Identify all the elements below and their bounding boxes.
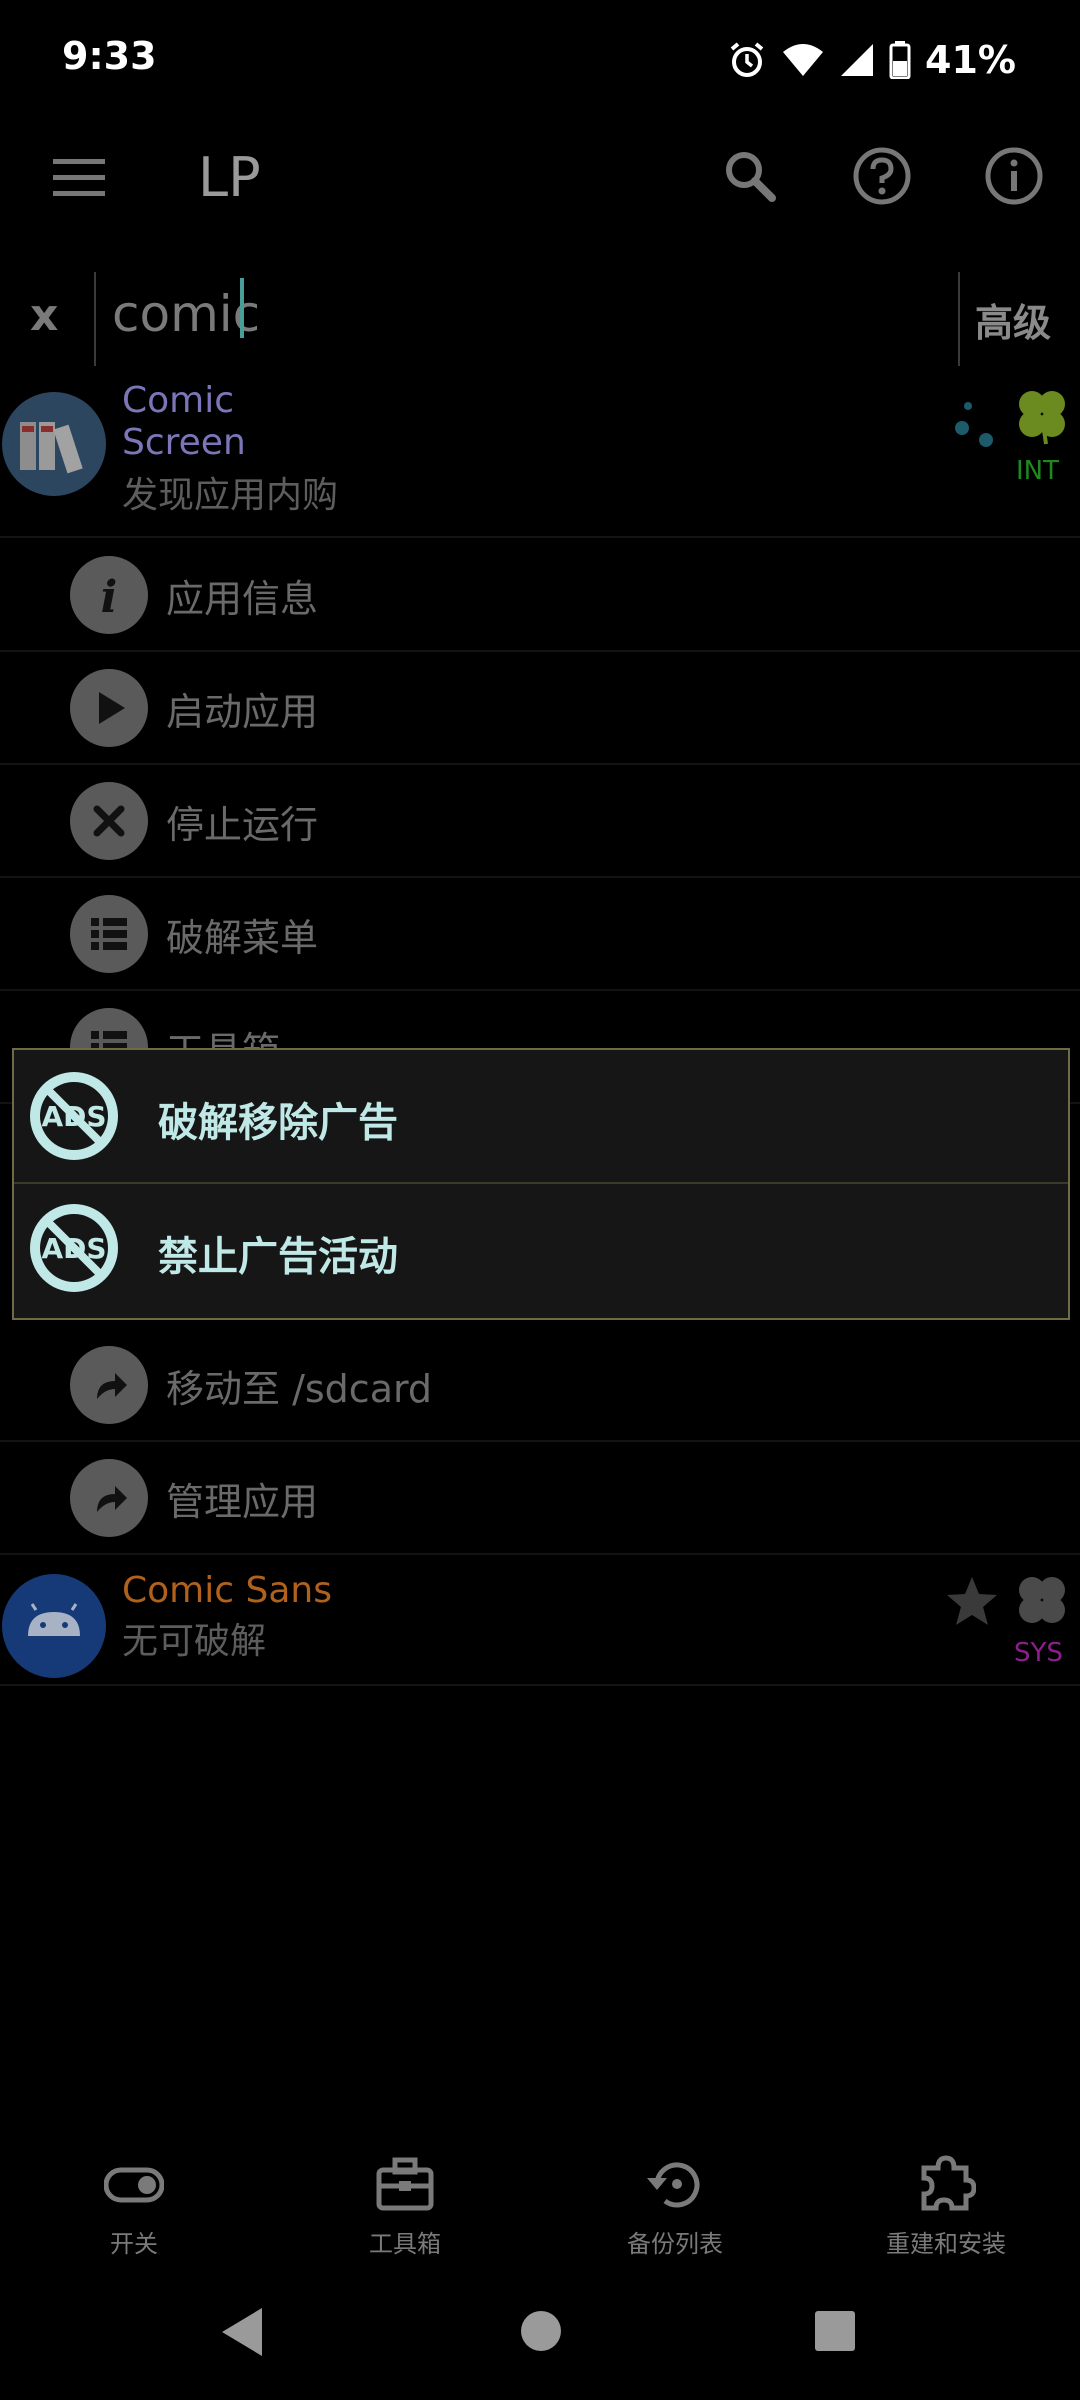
status-icons: 41%: [727, 30, 1016, 90]
info-icon: i: [70, 556, 148, 634]
divider: [94, 272, 96, 366]
app-list-item[interactable]: Comic Sans 无可破解 SYS: [0, 1556, 1080, 1684]
app-badge: SYS: [1014, 1638, 1063, 1668]
divider: [0, 1684, 1080, 1686]
search-icon[interactable]: [714, 140, 786, 212]
app-status: 无可破解: [122, 1621, 267, 1662]
app-icon-books: [2, 392, 106, 496]
play-icon: [70, 669, 148, 747]
nav-item-label: 备份列表: [627, 2230, 723, 2258]
bottom-navigation: 开关 工具箱 备份列表 重建和安装: [0, 2136, 1080, 2266]
battery-icon: [889, 41, 911, 79]
no-ads-icon: ADS: [28, 1070, 120, 1162]
nav-item-label: 重建和安装: [886, 2230, 1006, 2258]
app-bar: LP: [0, 120, 1080, 236]
nav-item-backup-list[interactable]: 备份列表: [575, 2136, 775, 2266]
text-caret: [240, 278, 244, 338]
app-name-line2: Screen: [122, 422, 246, 463]
popup-item-label: 禁止广告活动: [158, 1234, 398, 1280]
no-ads-icon: ADS: [28, 1202, 120, 1294]
clover-icon: [1012, 1572, 1072, 1632]
signal-icon: [839, 42, 875, 78]
back-icon[interactable]: [218, 2306, 268, 2358]
battery-percent: 41%: [925, 38, 1016, 82]
clover-icon: [1012, 386, 1072, 446]
menu-item-label: 停止运行: [166, 803, 319, 847]
divider: [958, 272, 960, 366]
nav-item-label: 开关: [110, 2230, 158, 2258]
home-icon[interactable]: [520, 2310, 562, 2352]
star-icon: [944, 1574, 1000, 1630]
android-icon: [2, 1574, 106, 1678]
menu-item-manage-app[interactable]: 管理应用: [0, 1441, 1080, 1555]
nav-item-toggle[interactable]: 开关: [34, 2136, 234, 2266]
backup-restore-icon: [645, 2154, 705, 2214]
menu-item-launch-app[interactable]: 启动应用: [0, 651, 1080, 765]
system-navigation-bar: [0, 2266, 1080, 2400]
menu-item-stop-app[interactable]: 停止运行: [0, 764, 1080, 878]
help-icon[interactable]: [846, 140, 918, 212]
menu-item-label: 启动应用: [166, 690, 319, 734]
menu-item-patch-menu[interactable]: 破解菜单: [0, 877, 1080, 991]
popup-item-block-ad-activity[interactable]: ADS 禁止广告活动: [14, 1184, 1068, 1316]
clear-search-button[interactable]: x: [30, 290, 58, 341]
popup-item-remove-ads[interactable]: ADS 破解移除广告: [14, 1050, 1068, 1182]
app-status: 发现应用内购: [122, 475, 339, 516]
status-bar: 9:33 41%: [0, 0, 1080, 120]
close-icon: [70, 782, 148, 860]
menu-icon[interactable]: [44, 142, 114, 212]
advanced-button[interactable]: 高级: [975, 292, 1051, 347]
svg-text:i: i: [101, 572, 118, 618]
app-name-line1: Comic: [122, 380, 235, 421]
status-time: 9:33: [62, 34, 157, 78]
toolbox-icon: [375, 2154, 435, 2214]
nav-item-rebuild-install[interactable]: 重建和安装: [846, 2136, 1046, 2266]
menu-item-move-to-sdcard[interactable]: 移动至 /sdcard: [0, 1328, 1080, 1442]
search-bar: x 高级: [0, 262, 1080, 372]
app-badge: INT: [1016, 456, 1059, 486]
menu-item-app-info[interactable]: i 应用信息: [0, 538, 1080, 652]
nav-item-label: 工具箱: [369, 2230, 441, 2258]
app-name: Comic Sans: [122, 1570, 332, 1611]
wifi-icon: [781, 42, 825, 78]
menu-item-label: 破解菜单: [166, 916, 319, 960]
menu-item-label: 移动至 /sdcard: [166, 1367, 433, 1411]
popup-item-label: 破解移除广告: [158, 1100, 398, 1146]
share-arrow-icon: [70, 1459, 148, 1537]
nav-item-toolbox[interactable]: 工具箱: [305, 2136, 505, 2266]
alarm-icon: [727, 40, 767, 80]
menu-item-label: 应用信息: [166, 577, 319, 621]
recents-icon[interactable]: [814, 2310, 856, 2352]
app-list-item[interactable]: Comic Screen 发现应用内购 INT: [0, 380, 1080, 536]
toggle-icon: [103, 2154, 165, 2214]
app-title: LP: [198, 146, 261, 209]
menu-item-label: 管理应用: [166, 1480, 319, 1524]
info-icon[interactable]: [978, 140, 1050, 212]
puzzle-icon: [916, 2154, 977, 2214]
search-input[interactable]: [110, 276, 934, 352]
list-icon: [70, 895, 148, 973]
patch-ads-popup: ADS 破解移除广告 ADS 禁止广告活动: [12, 1048, 1070, 1320]
share-arrow-icon: [70, 1346, 148, 1424]
